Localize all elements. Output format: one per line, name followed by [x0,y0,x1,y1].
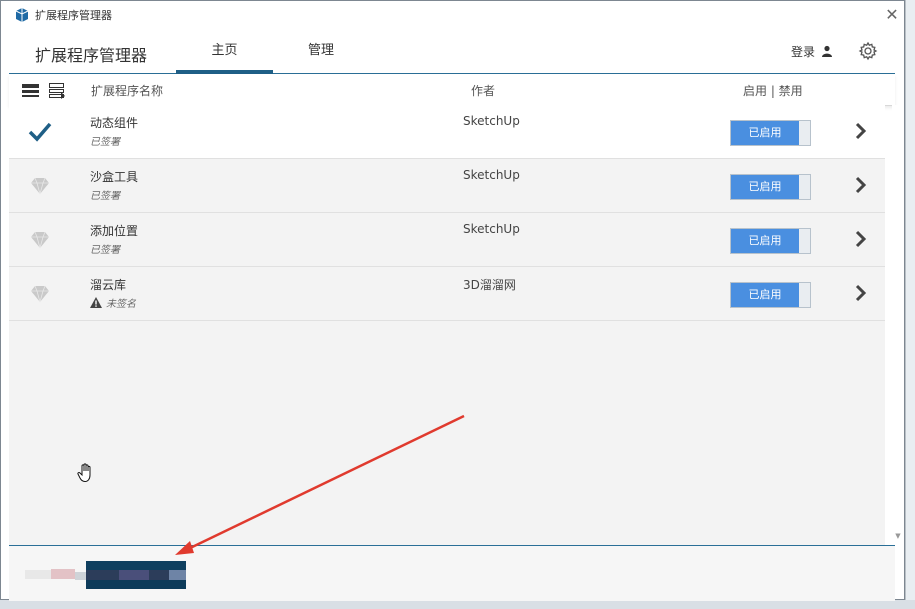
list-item[interactable]: 添加位置 已签署 SketchUp 已启用 [9,213,885,267]
redacted-block [119,570,149,580]
extension-name: 添加位置 [90,224,139,238]
enabled-label: 已启用 [731,121,799,145]
redacted-block [25,570,51,579]
signature-status: 已签署 [90,245,120,256]
gem-icon [31,177,49,195]
extension-author: 3D溜溜网 [463,278,516,292]
vertical-scrollbar[interactable] [892,105,904,545]
extension-name: 动态组件 [90,116,139,130]
column-name: 扩展程序名称 [91,84,164,98]
window-title: 扩展程序管理器 [35,9,112,22]
redacted-block [51,569,75,579]
tab-manage[interactable]: 管理 [273,29,369,73]
extension-author: SketchUp [463,222,520,236]
background-window-edge [905,0,915,609]
scroll-down-arrow-icon[interactable]: ▼ [894,532,902,540]
checkmark-icon [28,122,52,142]
extension-name: 沙盒工具 [90,170,139,184]
login-button[interactable]: 登录 [791,43,833,60]
chevron-right-icon[interactable] [854,284,868,302]
expand-list-icon[interactable] [49,83,66,99]
login-label: 登录 [791,45,816,59]
signature-status: 已签署 [90,137,120,148]
chevron-right-icon[interactable] [854,230,868,248]
enable-toggle[interactable]: 已启用 [730,282,811,308]
enable-toggle[interactable]: 已启用 [730,120,811,146]
extension-manager-window: 扩展程序管理器 ✕ 扩展程序管理器 主页 管理 登录 扩展程序名称 作者 启用 … [0,0,905,601]
close-button[interactable]: ✕ [881,4,903,26]
gem-icon [31,231,49,249]
column-enable: 启用 | 禁用 [743,84,803,98]
app-name: 扩展程序管理器 [35,46,148,65]
column-header: 扩展程序名称 作者 启用 | 禁用 [9,74,895,106]
app-header: 扩展程序管理器 主页 管理 登录 [9,29,895,74]
chevron-right-icon[interactable] [854,122,868,140]
extension-author: SketchUp [463,114,520,128]
warning-icon [90,297,102,308]
enable-toggle[interactable]: 已启用 [730,174,811,200]
background-window-edge [0,600,915,609]
settings-gear-icon[interactable] [858,41,878,61]
chevron-right-icon[interactable] [854,176,868,194]
list-item[interactable]: 沙盒工具 已签署 SketchUp 已启用 [9,159,885,213]
signature-text: 未签名 [106,299,136,310]
enable-toggle[interactable]: 已启用 [730,228,811,254]
gem-icon [31,285,49,303]
list-item[interactable]: 动态组件 已签署 SketchUp 已启用 [9,105,885,159]
tab-home[interactable]: 主页 [176,29,273,74]
sketchup-logo-icon [15,8,29,22]
title-bar: 扩展程序管理器 ✕ [1,1,904,29]
collapse-list-icon[interactable] [22,83,39,99]
redacted-block [86,561,186,570]
enabled-label: 已启用 [731,175,799,199]
redacted-block [169,570,186,580]
redacted-block [86,580,186,589]
extension-list: 动态组件 已签署 SketchUp 已启用 沙盒工具 已签署 SketchUp … [9,105,885,545]
column-author: 作者 [471,84,496,98]
footer-panel [9,545,895,601]
hand-cursor-icon [77,463,91,483]
signature-status: 已签署 [90,191,120,202]
list-item[interactable]: 溜云库 未签名 3D溜溜网 已启用 [9,267,885,321]
signature-status: 未签名 [90,295,136,310]
enabled-label: 已启用 [731,229,799,253]
extension-name: 溜云库 [90,278,127,292]
extension-author: SketchUp [463,168,520,182]
user-icon [821,45,832,57]
enabled-label: 已启用 [731,283,799,307]
